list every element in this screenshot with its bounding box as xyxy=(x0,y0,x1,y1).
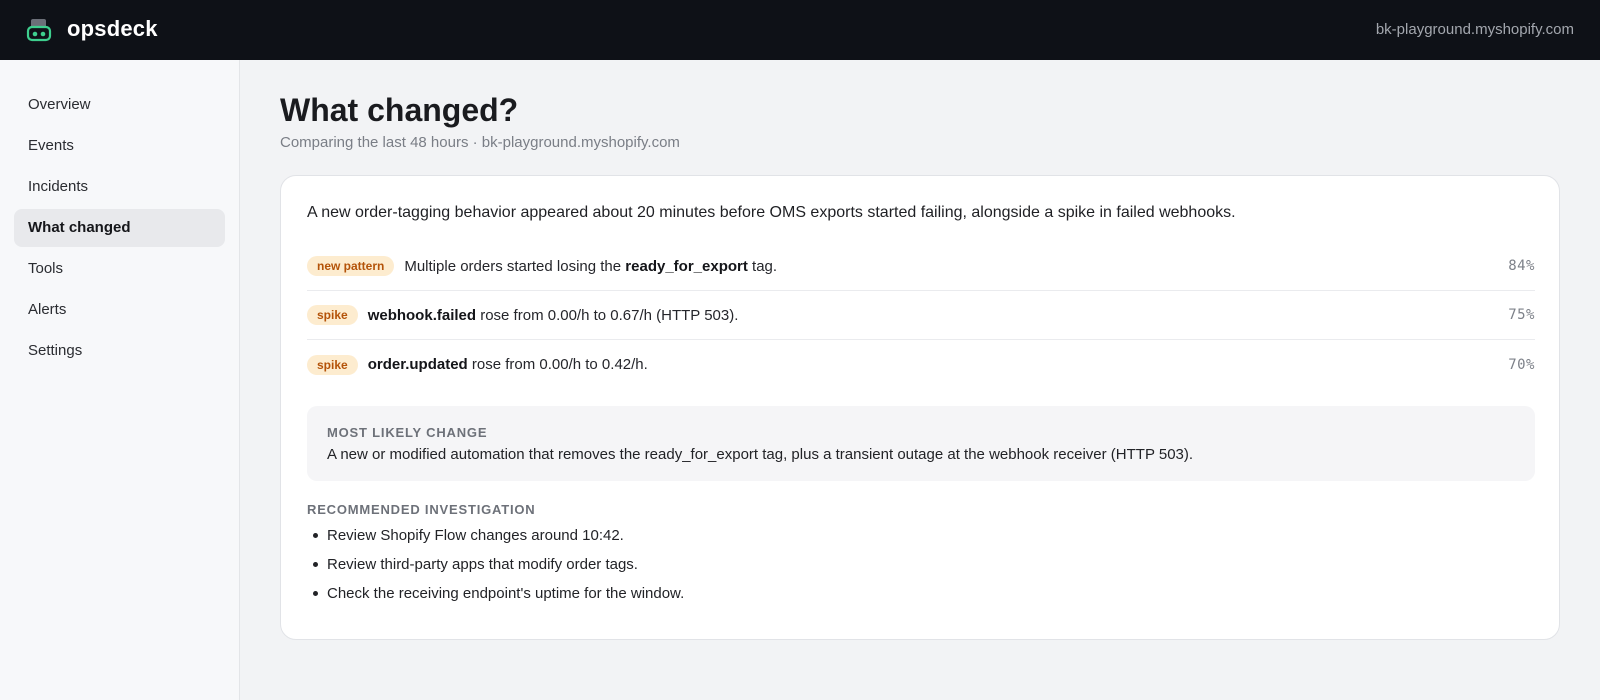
page-title: What changed? xyxy=(280,92,519,128)
sidebar-item-incidents[interactable]: Incidents xyxy=(14,168,225,206)
finding-confidence: 75% xyxy=(1508,307,1535,323)
top-bar: opsdeck bk-playground.myshopify.com xyxy=(0,0,1600,60)
sidebar-item-settings[interactable]: Settings xyxy=(14,332,225,370)
sidebar-item-tools[interactable]: Tools xyxy=(14,250,225,288)
finding-confidence: 70% xyxy=(1508,356,1535,373)
recommended-investigation-list: Review Shopify Flow changes around 10:42… xyxy=(307,521,684,608)
finding-row: new pattern Multiple orders started losi… xyxy=(307,242,1535,291)
sidebar-item-alerts[interactable]: Alerts xyxy=(14,291,225,329)
recommended-investigation-label: RECOMMENDED INVESTIGATION xyxy=(307,502,536,517)
finding-confidence: 84% xyxy=(1508,258,1535,274)
page-subtitle: Comparing the last 48 hours · bk-playgro… xyxy=(280,134,680,151)
finding-badge: spike xyxy=(307,305,358,325)
sidebar-item-events[interactable]: Events xyxy=(14,127,225,165)
list-item: Review Shopify Flow changes around 10:42… xyxy=(307,521,684,550)
finding-text: order.updated rose from 0.00/h to 0.42/h… xyxy=(367,356,648,373)
list-item: Check the receiving endpoint's uptime fo… xyxy=(307,579,684,608)
finding-badge: new pattern xyxy=(307,256,395,276)
sidebar-item-overview[interactable]: Overview xyxy=(14,86,225,124)
bullet-icon xyxy=(313,562,318,567)
finding-row: spike webhook.failed rose from 0.00/h to… xyxy=(307,291,1535,340)
finding-text: webhook.failed rose from 0.00/h to 0.67/… xyxy=(367,306,739,324)
most-likely-change-panel: MOST LIKELY CHANGE A new or modified aut… xyxy=(307,406,1535,481)
finding-badge: spike xyxy=(307,354,358,375)
finding-row: spike order.updated rose from 0.00/h to … xyxy=(307,340,1535,389)
changes-card: A new order-tagging behavior appeared ab… xyxy=(280,175,1560,640)
most-likely-change-label: MOST LIKELY CHANGE xyxy=(327,425,488,440)
most-likely-change-text: A new or modified automation that remove… xyxy=(327,446,1194,463)
finding-text: Multiple orders started losing the ready… xyxy=(404,257,778,275)
robot-logo-icon[interactable] xyxy=(26,18,52,42)
sidebar: Overview Events Incidents What changed T… xyxy=(0,60,240,700)
brand-name[interactable]: opsdeck xyxy=(67,16,158,42)
store-domain: bk-playground.myshopify.com xyxy=(1375,21,1574,38)
sidebar-item-what-changed[interactable]: What changed xyxy=(14,209,225,247)
bullet-icon xyxy=(313,591,318,596)
bullet-icon xyxy=(313,533,318,538)
change-summary: A new order-tagging behavior appeared ab… xyxy=(307,204,1236,221)
list-item: Review third-party apps that modify orde… xyxy=(307,550,684,579)
